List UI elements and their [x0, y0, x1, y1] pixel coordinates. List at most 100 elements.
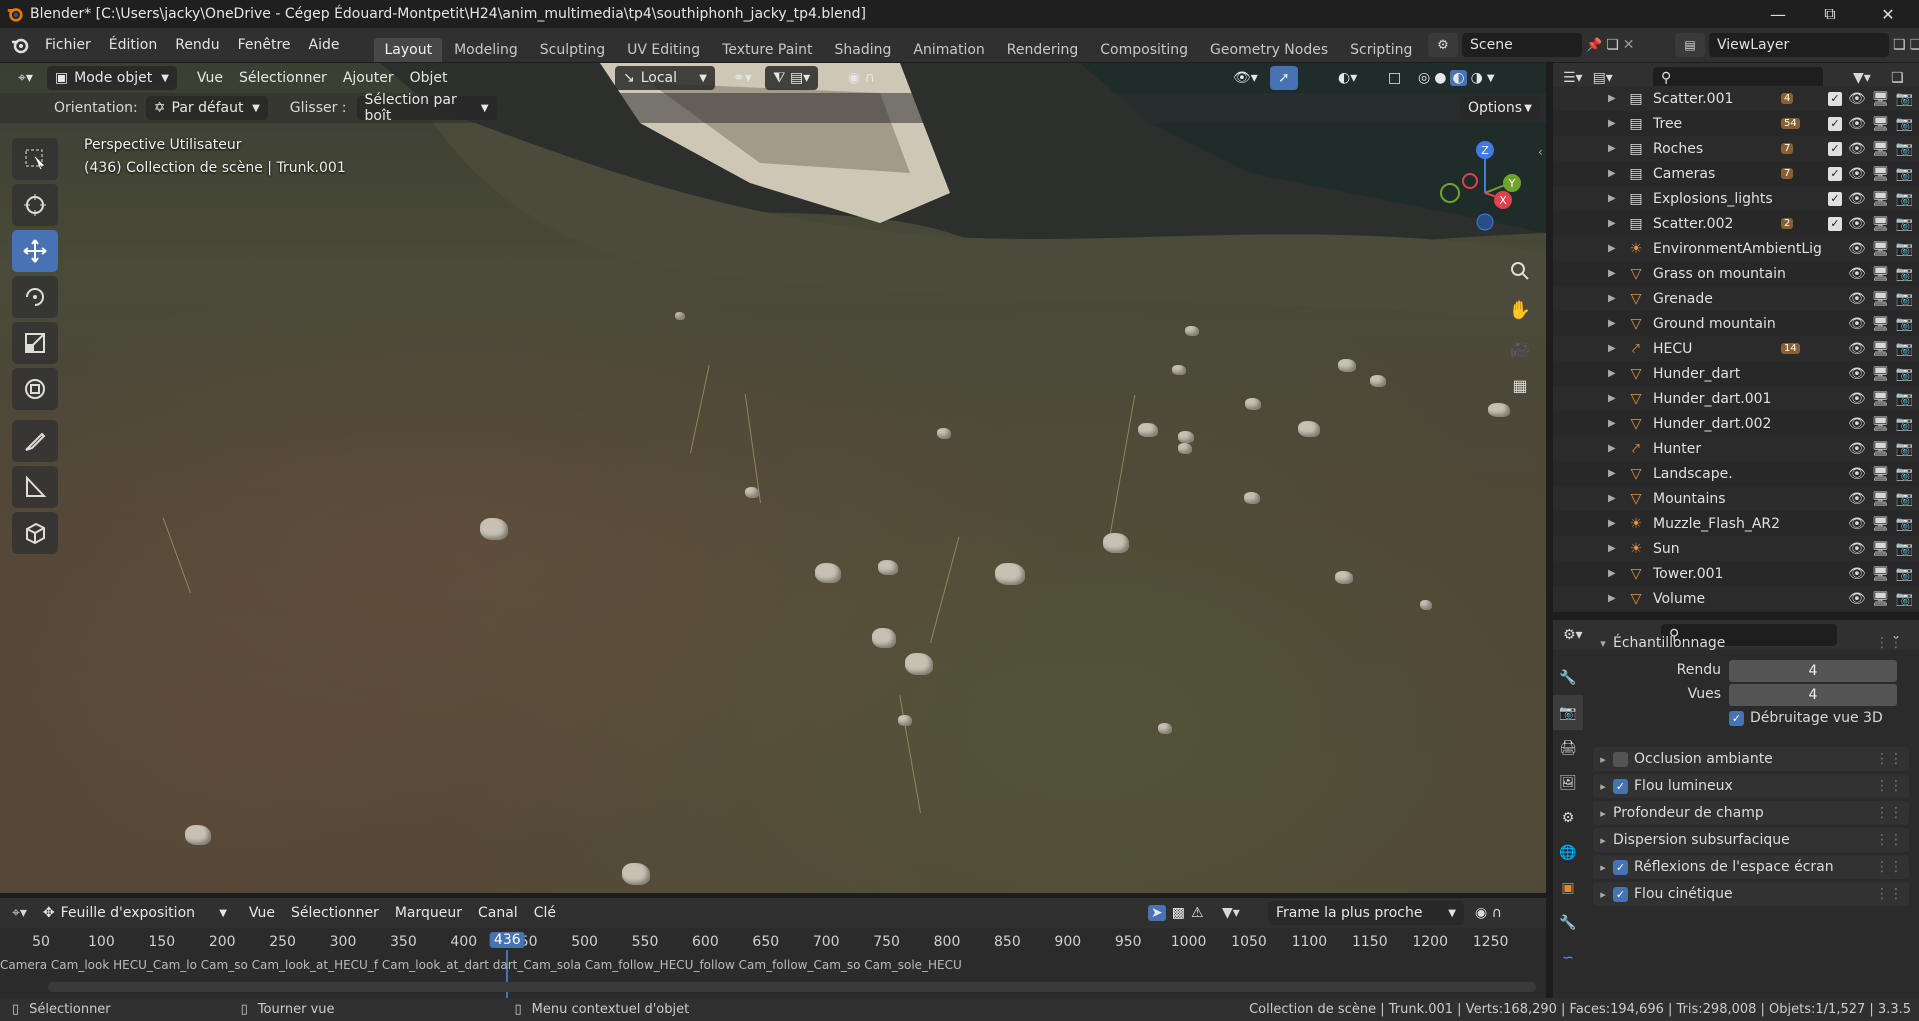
camera-render-icon[interactable]: 📷 — [1896, 291, 1913, 307]
outliner-row[interactable]: ▶ ☀ EnvironmentAmbientLig 👁 🖥 📷 — [1553, 236, 1919, 261]
render-section-panel[interactable]: ▸ ✓ Flou cinétique ⋮⋮ — [1593, 882, 1909, 906]
expand-arrow-icon[interactable]: ▶ — [1608, 418, 1616, 429]
monitor-icon[interactable]: 🖥 — [1872, 491, 1890, 507]
outliner-row[interactable]: ▶ ▽ Volume 👁 🖥 📷 — [1553, 586, 1919, 611]
camera-render-icon[interactable]: 📷 — [1896, 216, 1913, 232]
timeline-markers[interactable]: Camera Cam_look HECU_Cam_lo Cam_so Cam_l… — [0, 958, 1546, 972]
menu-rendu[interactable]: Rendu — [166, 37, 228, 53]
camera-render-icon[interactable]: 📷 — [1896, 541, 1913, 557]
monitor-icon[interactable]: 🖥 — [1872, 341, 1890, 357]
menu-cle[interactable]: Clé — [526, 901, 564, 925]
show-hidden-icon[interactable]: ▩ — [1172, 905, 1185, 921]
menu-ajouter[interactable]: Ajouter — [335, 66, 402, 90]
outliner-item-name[interactable]: Scatter.001 — [1653, 91, 1733, 107]
outliner-row[interactable]: ▶ ▽ Grass on mountain 👁 🖥 📷 — [1553, 261, 1919, 286]
editor-type-icon[interactable]: ⚙▾ — [1563, 627, 1583, 643]
monitor-icon[interactable]: 🖥 — [1872, 541, 1890, 557]
outliner-row[interactable]: ▶ ⤤ Hunter 👁 🖥 📷 — [1553, 436, 1919, 461]
menu-canal[interactable]: Canal — [470, 901, 526, 925]
sampling-section[interactable]: ▾ Échantillonnage ⋮⋮ — [1593, 628, 1909, 658]
tab-sculpting[interactable]: Sculpting — [530, 38, 615, 62]
eye-icon[interactable]: 👁 — [1848, 216, 1866, 232]
drag-handle-icon[interactable]: ⋮⋮ — [1875, 886, 1903, 902]
viewlayer-browse-icon[interactable]: ▤ — [1675, 33, 1705, 57]
camera-render-icon[interactable]: 📷 — [1896, 491, 1913, 507]
zoom-icon[interactable] — [1505, 256, 1535, 286]
transform-space-selector[interactable]: ↘ Local ▼ — [615, 66, 715, 90]
3d-viewport[interactable]: ⌖▾ ▣ Mode objet ▼ Vue Sélectionner Ajout… — [0, 63, 1546, 893]
only-errors-icon[interactable]: ⚠ — [1191, 905, 1204, 921]
eye-icon[interactable]: 👁 — [1848, 141, 1866, 157]
outliner-row[interactable]: ▶ ▤ Tree 54 ✓ 👁 🖥 📷 — [1553, 111, 1919, 136]
outliner-item-name[interactable]: Muzzle_Flash_AR2 — [1653, 516, 1780, 532]
eye-icon[interactable]: 👁 — [1848, 466, 1866, 482]
outliner-row[interactable]: ▶ ▤ Cameras 7 ✓ 👁 🖥 📷 — [1553, 161, 1919, 186]
expand-arrow-icon[interactable]: ▶ — [1608, 568, 1616, 579]
checkmark-icon[interactable]: ✓ — [1613, 859, 1628, 875]
monitor-icon[interactable]: 🖥 — [1872, 366, 1890, 382]
monitor-icon[interactable]: 🖥 — [1872, 141, 1890, 157]
outliner-row[interactable]: ▶ ▽ Grenade 👁 🖥 📷 — [1553, 286, 1919, 311]
menu-fenetre[interactable]: Fenêtre — [229, 37, 300, 53]
proportional-edit-icon[interactable]: ◉ ∩ — [840, 66, 883, 90]
menu-objet[interactable]: Objet — [402, 66, 456, 90]
empty-checkbox[interactable] — [1613, 751, 1628, 767]
render-section-panel[interactable]: ▸ ✓ Réflexions de l'espace écran ⋮⋮ — [1593, 855, 1909, 879]
menu-marqueur[interactable]: Marqueur — [387, 901, 470, 925]
eye-icon[interactable]: 👁 — [1848, 91, 1866, 107]
minimize-icon[interactable]: — — [1750, 0, 1806, 28]
eye-icon[interactable]: 👁 — [1848, 341, 1866, 357]
viewlayer-name-field[interactable]: ViewLayer — [1709, 33, 1889, 57]
expand-arrow-icon[interactable]: ▶ — [1608, 343, 1616, 354]
drag-handle-icon[interactable]: ⋮⋮ — [1875, 778, 1903, 794]
expand-arrow-icon[interactable]: ▶ — [1608, 268, 1616, 279]
visibility-icon[interactable]: 👁▾ — [1225, 66, 1266, 90]
expand-arrow-icon[interactable]: ▶ — [1608, 293, 1616, 304]
camera-render-icon[interactable]: 📷 — [1896, 416, 1913, 432]
outliner-item-name[interactable]: Landscape. — [1653, 466, 1733, 482]
add-cube-tool[interactable] — [12, 512, 58, 554]
exclude-checkbox[interactable]: ✓ — [1828, 166, 1842, 181]
navigation-gizmo[interactable]: Z Y X — [1430, 138, 1530, 238]
exclude-checkbox[interactable]: ✓ — [1828, 216, 1842, 231]
object-tab-icon[interactable]: ▣ — [1553, 870, 1583, 905]
world-tab-icon[interactable]: 🌐 — [1553, 835, 1583, 870]
outliner-row[interactable]: ▶ ☀ Muzzle_Flash_AR2 👁 🖥 📷 — [1553, 511, 1919, 536]
tab-uv-editing[interactable]: UV Editing — [617, 38, 710, 62]
eye-icon[interactable]: 👁 — [1848, 566, 1866, 582]
maximize-icon[interactable]: ⧉ — [1802, 0, 1858, 28]
outliner-item-name[interactable]: Cameras — [1653, 166, 1715, 182]
monitor-icon[interactable]: 🖥 — [1872, 591, 1890, 607]
filter-icon[interactable]: ▼▾ — [1853, 70, 1871, 86]
menu-selectionner[interactable]: Sélectionner — [283, 901, 387, 925]
outliner-row[interactable]: ▶ ▤ Explosions_lights ✓ 👁 🖥 📷 — [1553, 186, 1919, 211]
measure-tool[interactable] — [12, 466, 58, 508]
outliner-row[interactable]: ▶ ▽ Ground mountain 👁 🖥 📷 — [1553, 311, 1919, 336]
pivot-point-icon[interactable]: ⚭▾ — [725, 66, 760, 90]
expand-arrow-icon[interactable]: ▶ — [1608, 593, 1616, 604]
outliner-item-name[interactable]: Grenade — [1653, 291, 1713, 307]
camera-render-icon[interactable]: 📷 — [1896, 566, 1913, 582]
expand-arrow-icon[interactable]: ▶ — [1608, 168, 1616, 179]
eye-icon[interactable]: 👁 — [1848, 191, 1866, 207]
monitor-icon[interactable]: 🖥 — [1872, 266, 1890, 282]
expand-arrow-icon[interactable]: ▶ — [1608, 368, 1616, 379]
eye-icon[interactable]: 👁 — [1848, 491, 1866, 507]
pin-icon[interactable]: 📌 — [1586, 38, 1602, 53]
modifier-tab-icon[interactable]: 🔧 — [1553, 905, 1583, 940]
editor-type-icon[interactable]: ☰▾ — [1563, 70, 1583, 86]
menu-vue[interactable]: Vue — [189, 66, 231, 90]
outliner-item-name[interactable]: Mountains — [1653, 491, 1726, 507]
delete-viewlayer-icon[interactable]: ❏ — [1910, 37, 1919, 53]
monitor-icon[interactable]: 🖥 — [1872, 316, 1890, 332]
checkmark-icon[interactable]: ✓ — [1613, 886, 1628, 902]
rotate-tool[interactable] — [12, 276, 58, 318]
outliner-row[interactable]: ▶ ☀ Sun 👁 🖥 📷 — [1553, 536, 1919, 561]
drag-handle-icon[interactable]: ⋮⋮ — [1875, 751, 1903, 767]
expand-arrow-icon[interactable]: ▶ — [1608, 118, 1616, 129]
close-icon[interactable]: ✕ — [1860, 0, 1916, 28]
render-section-panel[interactable]: ▸ Profondeur de champ ⋮⋮ — [1593, 801, 1909, 825]
filter-icon[interactable]: ▼▾ — [1222, 905, 1240, 921]
menu-vue[interactable]: Vue — [241, 901, 283, 925]
exclude-checkbox[interactable]: ✓ — [1828, 191, 1842, 206]
